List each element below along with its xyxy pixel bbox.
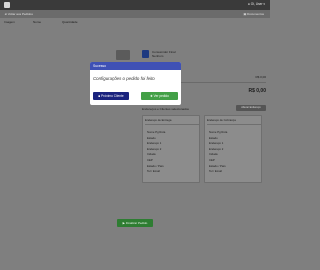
panel-title: Endereço de Cobrança bbox=[207, 118, 236, 122]
modal-message: Configurações o pedido foi feito bbox=[93, 76, 155, 81]
add-item-icon[interactable] bbox=[116, 50, 130, 60]
selection-label: Endereços e Clientes selecionados bbox=[142, 107, 189, 111]
shipping-address-panel: Endereço de Entrega Nome Pg Rota Estado … bbox=[142, 115, 200, 183]
finish-order-button[interactable]: ▶ Finalizar Pedido bbox=[117, 219, 153, 227]
panel-title: Endereço de Entrega bbox=[145, 118, 172, 122]
change-address-button[interactable]: Alterar Endereço bbox=[236, 105, 266, 111]
next-customer-button[interactable]: ■ Próximo Cliente bbox=[93, 92, 129, 100]
address-fields: Nome Pg Rota Estado Endereço 1 Endereço … bbox=[209, 130, 227, 175]
customer-icon bbox=[142, 50, 149, 58]
app-logo-icon[interactable] bbox=[4, 2, 10, 8]
billing-address-panel: Endereço de Cobrança Nome Pg Rota Estado… bbox=[204, 115, 262, 183]
subtotal-value: R$ 0,00 bbox=[255, 75, 266, 79]
header-name: Nome bbox=[33, 19, 42, 24]
user-menu[interactable]: ● Oi, User ▾ bbox=[248, 2, 265, 6]
header-quantity: Quantidade bbox=[62, 19, 78, 24]
items-table-header: Imagem Nome Quantidade bbox=[0, 18, 90, 24]
customer-info: Consumidor Final Nenhum bbox=[152, 50, 176, 58]
modal-title: Sucesso bbox=[90, 62, 181, 70]
view-order-button[interactable]: ✚ Ver pedido bbox=[141, 92, 178, 100]
back-to-orders-link[interactable]: ◄ Voltar aos Pedidos bbox=[4, 12, 33, 16]
success-modal: Sucesso Configurações o pedido foi feito… bbox=[90, 62, 181, 105]
address-field: Tel / Email bbox=[209, 169, 222, 174]
sub-toolbar: ◄ Voltar aos Pedidos ▣ Documentos bbox=[0, 10, 270, 18]
documents-link[interactable]: ▣ Documentos bbox=[243, 12, 264, 16]
address-field: Nome Pg Rota bbox=[147, 130, 166, 134]
customer-detail: Nenhum bbox=[152, 53, 164, 58]
top-navbar: ● Oi, User ▾ bbox=[0, 0, 270, 10]
header-image: Imagem bbox=[4, 19, 15, 24]
address-fields: Nome Pg Rota Estado Endereço 1 Endereço … bbox=[147, 130, 165, 175]
total-value: R$ 0,00 bbox=[248, 88, 266, 94]
address-field: Nome Pg Rota bbox=[209, 130, 228, 134]
address-field: Tel / Email bbox=[147, 169, 160, 174]
